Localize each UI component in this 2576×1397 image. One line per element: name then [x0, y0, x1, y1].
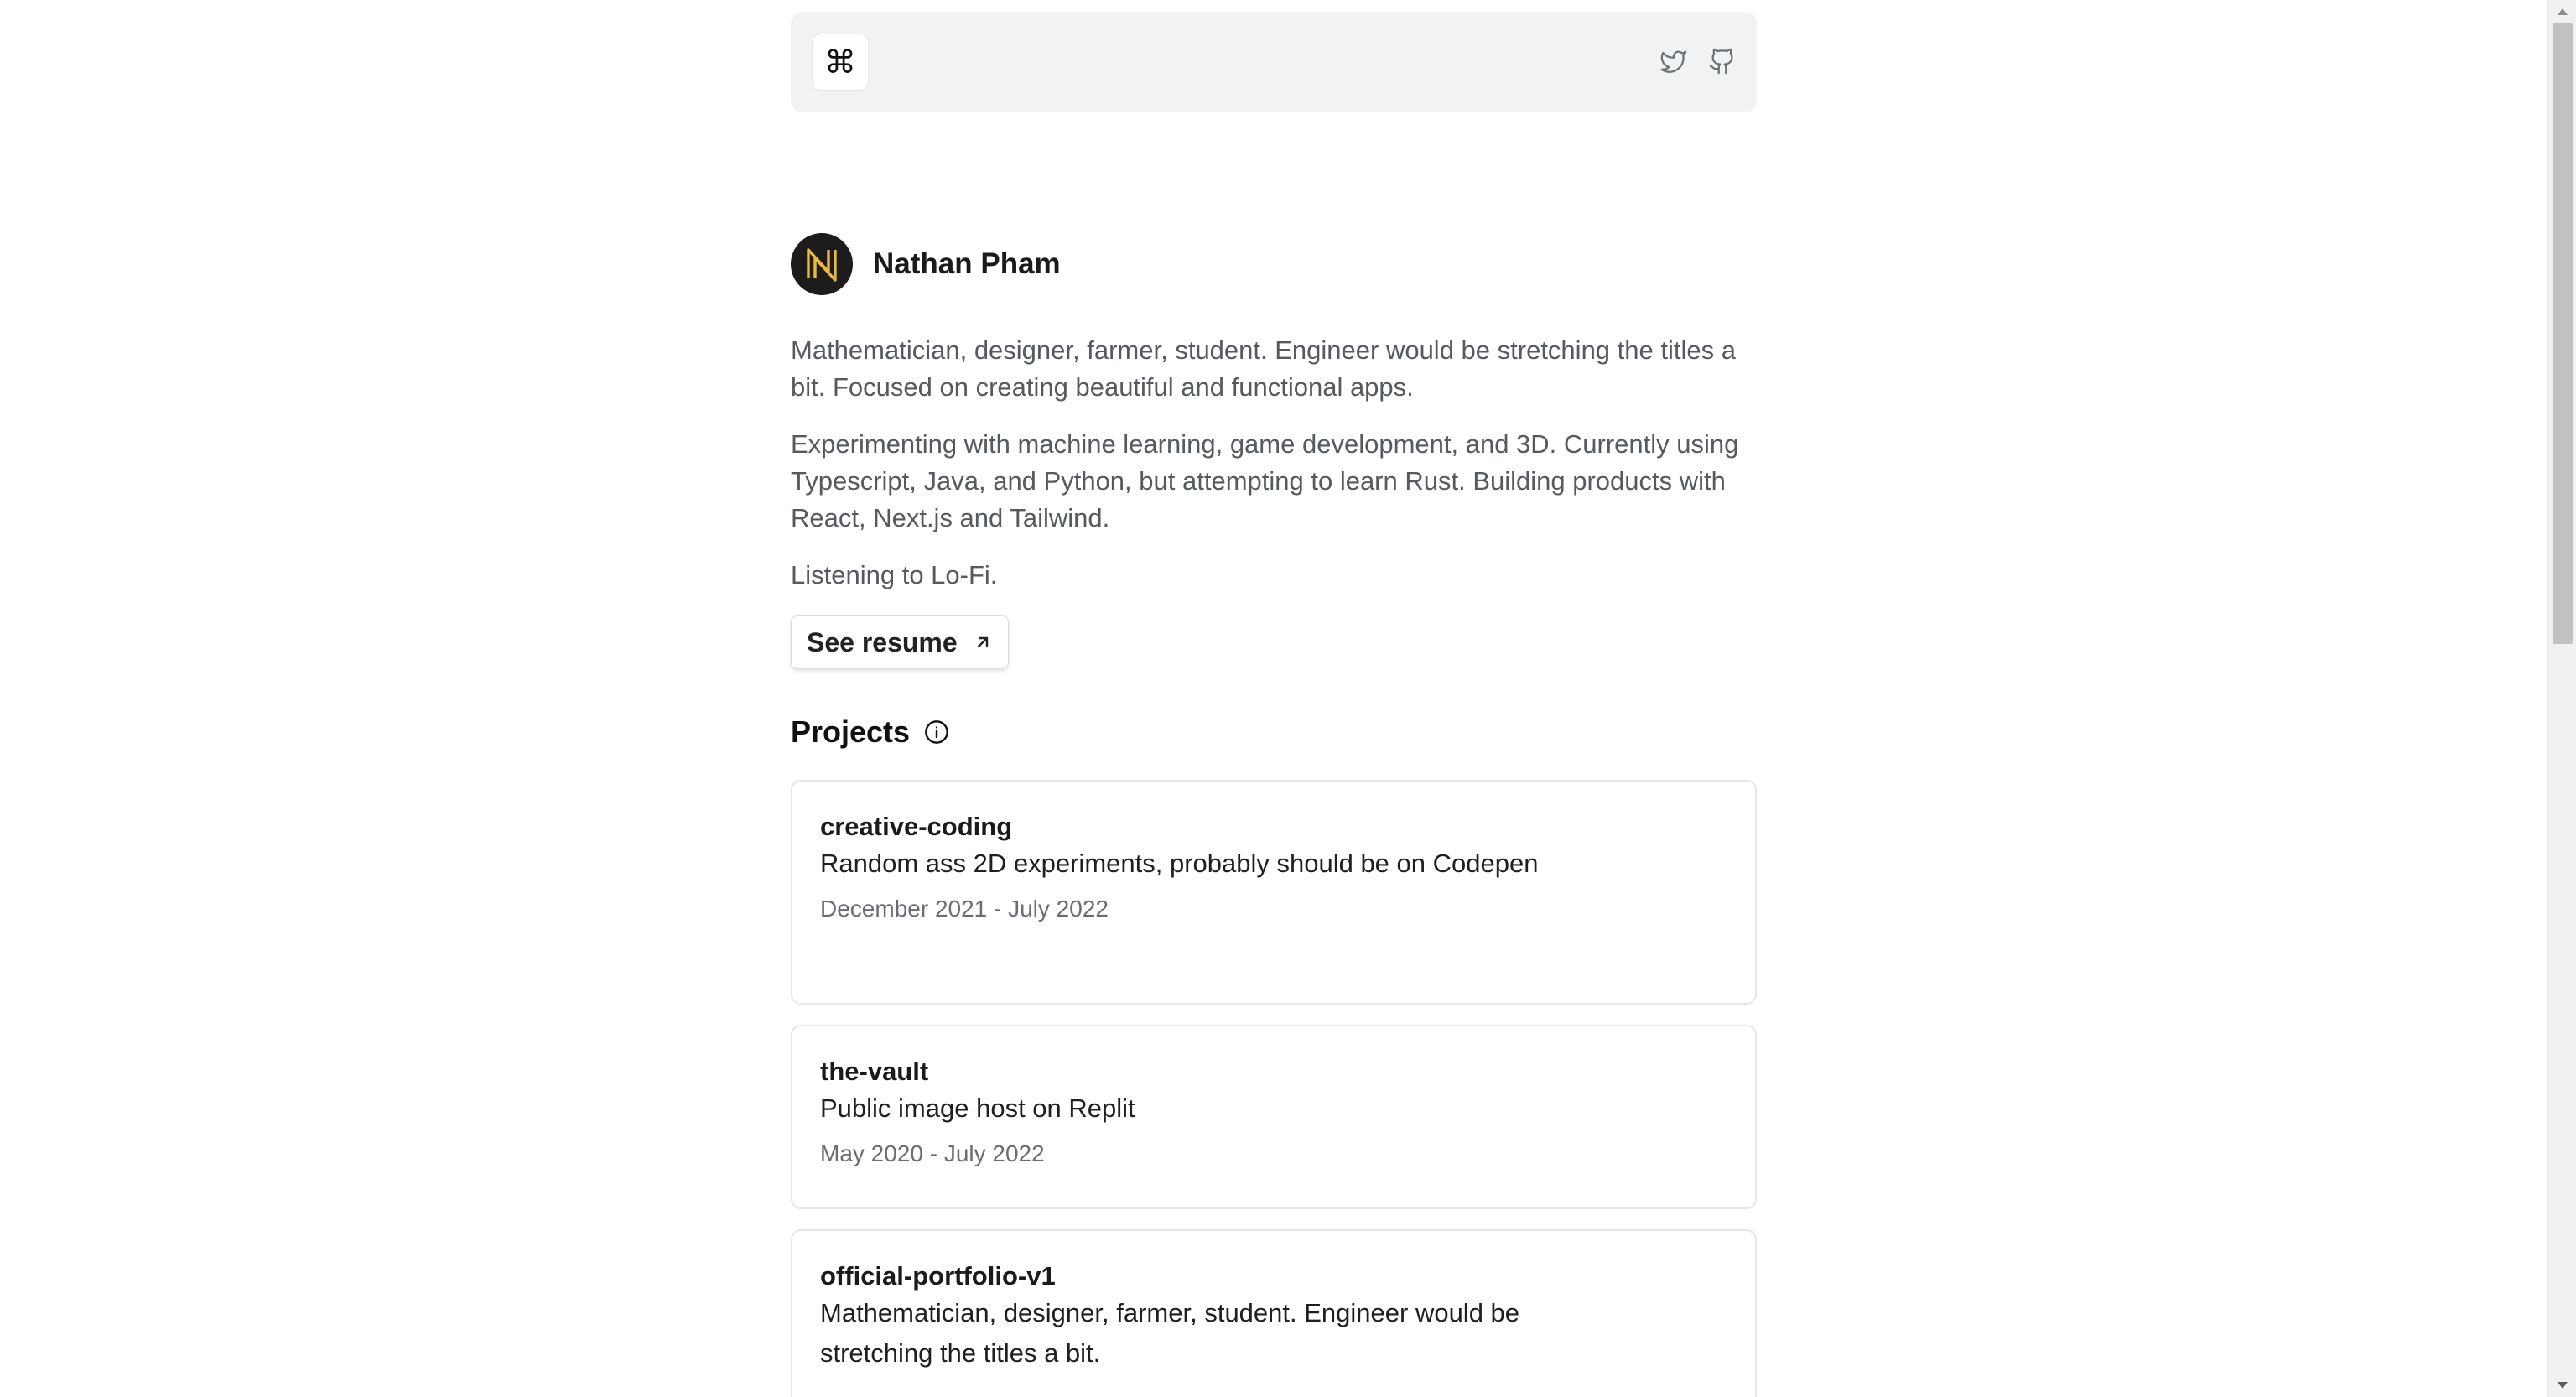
- info-icon[interactable]: [923, 719, 950, 745]
- project-title: the-vault: [820, 1057, 929, 1086]
- project-description: Random ass 2D experiments, probably shou…: [820, 849, 1539, 878]
- profile-header: Nathan Pham: [791, 233, 1061, 295]
- twitter-link[interactable]: [1658, 45, 1690, 77]
- bio-section: Mathematician, designer, farmer, student…: [791, 332, 1763, 614]
- github-icon: [1709, 48, 1733, 75]
- scrollbar-thumb[interactable]: [2553, 23, 2573, 644]
- resume-button-label: See resume: [807, 626, 958, 657]
- project-description: Mathematician, designer, farmer, student…: [820, 1298, 1520, 1368]
- project-card[interactable]: the-vault Public image host on Replit Ma…: [791, 1025, 1757, 1209]
- top-navigation-bar: ⌘: [791, 12, 1757, 112]
- project-title: official-portfolio-v1: [820, 1261, 1056, 1291]
- see-resume-button[interactable]: See resume: [791, 615, 1009, 669]
- arrow-up-right-icon: [977, 636, 988, 648]
- project-dates: December 2021 - July 2022: [820, 896, 1109, 922]
- avatar-logo-icon: [807, 248, 837, 282]
- profile-name: Nathan Pham: [873, 247, 1061, 280]
- project-title: creative-coding: [820, 812, 1013, 841]
- projects-heading: Projects: [791, 714, 950, 750]
- vertical-scrollbar[interactable]: [2547, 0, 2576, 1397]
- github-link[interactable]: [1706, 45, 1738, 77]
- command-icon: ⌘: [824, 44, 856, 80]
- triangle-down-icon: [2557, 1382, 2568, 1389]
- project-card[interactable]: official-portfolio-v1 Mathematician, des…: [791, 1229, 1757, 1397]
- bio-paragraph: Experimenting with machine learning, gam…: [791, 429, 1739, 532]
- main-content: ⌘ Nathan Pham Mathematician, designer, f…: [791, 12, 1757, 1397]
- scroll-down-button[interactable]: [2548, 1374, 2576, 1397]
- bio-paragraph: Listening to Lo-Fi.: [791, 560, 998, 589]
- command-menu-button[interactable]: ⌘: [812, 34, 869, 91]
- triangle-up-icon: [2557, 8, 2568, 15]
- project-description: Public image host on Replit: [820, 1093, 1135, 1123]
- scroll-up-button[interactable]: [2548, 0, 2576, 23]
- project-dates: May 2020 - July 2022: [820, 1140, 1045, 1166]
- social-links: [1658, 45, 1738, 77]
- project-card[interactable]: creative-coding Random ass 2D experiment…: [791, 780, 1757, 1005]
- twitter-icon: [1660, 50, 1687, 73]
- bio-paragraph: Mathematician, designer, farmer, student…: [791, 335, 1736, 402]
- page: ⌘ Nathan Pham Mathematician, designer, f…: [0, 0, 2576, 1397]
- avatar: [791, 233, 853, 295]
- projects-title: Projects: [791, 714, 911, 749]
